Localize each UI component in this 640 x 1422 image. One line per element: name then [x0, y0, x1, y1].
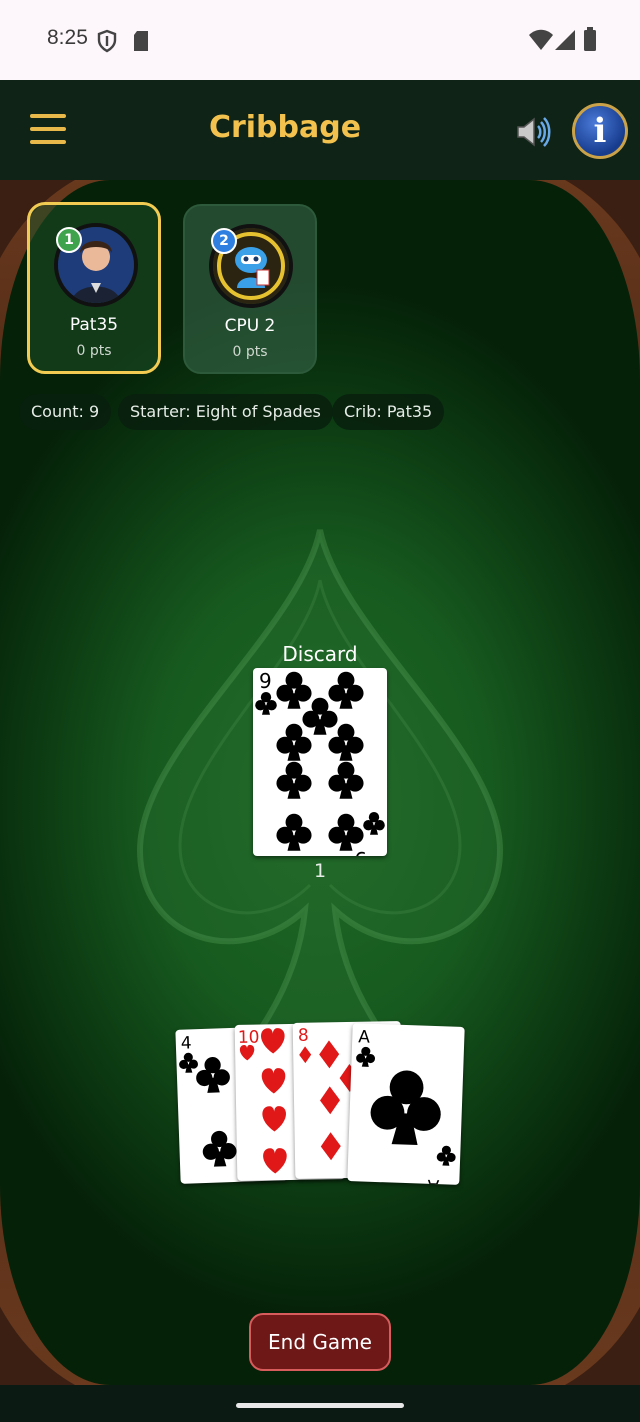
player-points: 0 pts: [76, 343, 112, 359]
player-number-badge: 2: [211, 228, 237, 254]
discard-card-nine-of-clubs: 9 9: [253, 668, 387, 856]
cell-signal-icon: [555, 30, 575, 50]
svg-text:8: 8: [298, 1026, 309, 1046]
app-title: Cribbage: [208, 110, 362, 145]
crib-chip: Crib: Pat35: [332, 394, 445, 430]
player-panel-2: 2 CPU 2 0 pts: [183, 204, 317, 374]
count-chip: Count: 9: [19, 394, 112, 430]
svg-text:A: A: [358, 1027, 371, 1047]
svg-text:A: A: [427, 1175, 440, 1185]
battery-icon: [584, 27, 596, 51]
svg-text:4: 4: [180, 1033, 192, 1053]
player-panel-1: 1 Pat35 0 pts: [27, 202, 161, 374]
speaker-icon[interactable]: [512, 112, 552, 152]
sd-card-icon: [134, 31, 148, 51]
shield-icon: [97, 29, 117, 53]
status-bar: 8:25: [0, 0, 640, 80]
starter-chip: Starter: Eight of Spades: [118, 394, 333, 430]
end-game-button[interactable]: End Game: [249, 1313, 391, 1371]
discard-label: Discard: [282, 642, 358, 666]
player-points: 0 pts: [232, 344, 268, 360]
hand-card-ace-of-clubs[interactable]: A A: [347, 1023, 465, 1185]
discard-pile-count: 1: [313, 860, 327, 882]
svg-text:10: 10: [238, 1028, 260, 1048]
player-name: Pat35: [69, 315, 119, 335]
player-number-badge: 1: [56, 227, 82, 253]
svg-text:9: 9: [259, 669, 272, 693]
home-indicator[interactable]: [236, 1403, 404, 1408]
wifi-icon: [529, 29, 553, 50]
player-name: CPU 2: [224, 316, 276, 336]
info-button[interactable]: i: [572, 103, 628, 159]
status-time: 8:25: [47, 26, 88, 49]
svg-text:9: 9: [354, 847, 367, 856]
